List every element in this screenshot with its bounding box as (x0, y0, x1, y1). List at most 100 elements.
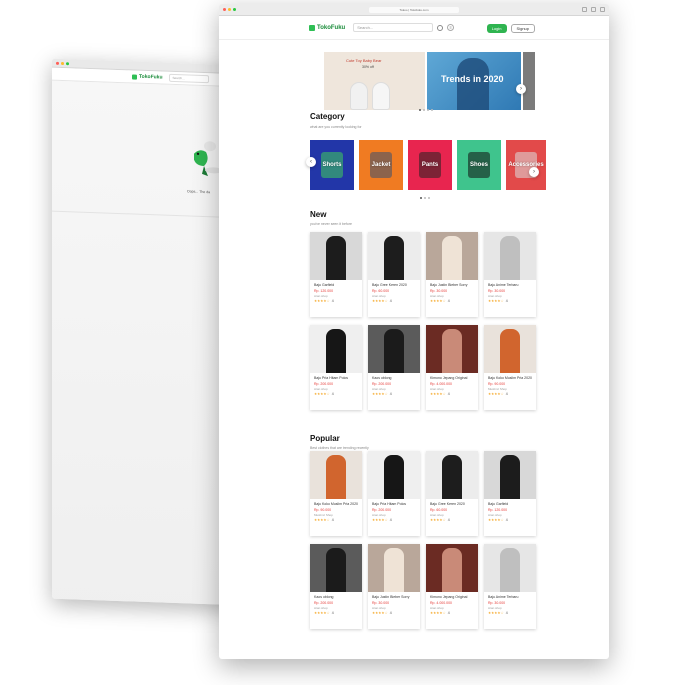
product-card[interactable]: Kaos oblong Rp. 200.000 Aran shop ★★★★☆ 4 (310, 544, 362, 629)
product-card[interactable]: Kaos oblong Rp. 200.000 Aran shop ★★★★☆ 4 (368, 325, 420, 410)
product-name[interactable]: Baju Koko Muslim Pria 2020 (310, 499, 362, 507)
banner-slide-bear[interactable]: Cute Toy Baby Bear 30% off (324, 52, 425, 110)
category-item-shoes[interactable]: Shoes (457, 140, 501, 190)
product-card[interactable]: Baju Gree Keren 2020 Rp. 60.000 Aran shop ★… (368, 232, 420, 317)
new-tab-icon[interactable] (591, 7, 596, 12)
search-input[interactable]: Search... (353, 23, 434, 32)
product-card[interactable]: Baju Pria Hitam Polos Rp. 200.000 Aran sho… (310, 325, 362, 410)
search-icon[interactable] (437, 24, 444, 31)
product-card[interactable]: Baju Pria Hitam Polos Rp. 200.000 Aran sho… (368, 451, 420, 536)
product-image[interactable] (484, 544, 536, 592)
product-rating: ★★★★☆ 4 (310, 298, 362, 303)
product-image[interactable] (310, 544, 362, 592)
category-item-jacket[interactable]: Jacket (359, 140, 403, 190)
category-item-pants[interactable]: Pants (408, 140, 452, 190)
pagination-dot[interactable] (424, 197, 426, 199)
product-image[interactable] (368, 232, 420, 280)
product-card[interactable]: Baju Garfield Rp. 120.000 Aran shop ★★★★☆ 4 (484, 451, 536, 536)
product-image[interactable] (426, 325, 478, 373)
new-section-subtitle: you've never seen it before (310, 222, 352, 226)
maximize-dot-icon[interactable] (66, 61, 69, 65)
empty-state-message: Oops... The da (187, 189, 211, 195)
category-next-arrow-icon[interactable]: › (529, 167, 539, 177)
product-card[interactable]: Kimono Jepang Original Rp. 4.000.000 Aran … (426, 325, 478, 410)
rating-value: 4 (447, 517, 450, 522)
product-name[interactable]: Kaos oblong (368, 373, 420, 381)
rating-value: 4 (505, 610, 508, 615)
product-image[interactable] (368, 325, 420, 373)
product-image[interactable] (426, 232, 478, 280)
product-card[interactable]: Baju Koko Muslim Pria 2020 Rp. 90.000 Musl… (484, 325, 536, 410)
product-card[interactable]: Baju Gree Keren 2020 Rp. 60.000 Aran shop ★… (426, 451, 478, 536)
product-name[interactable]: Baju Garfield (310, 280, 362, 288)
rating-stars-icon: ★★★★☆ (314, 298, 330, 303)
product-name[interactable]: Baju Gree Keren 2020 (426, 499, 478, 507)
address-bar[interactable]: Tokoo | Tokofuku.com (369, 7, 459, 13)
category-item-accessories[interactable]: Accessories (506, 140, 546, 190)
product-name[interactable]: Baju Justin Bieber Sorry (368, 592, 420, 600)
filter-icon[interactable]: ≡ (447, 24, 455, 31)
maximize-dot-icon[interactable] (233, 8, 236, 11)
clothing-model-icon (500, 236, 520, 280)
product-card[interactable]: Baju Koko Muslim Pria 2020 Rp. 90.000 Musl… (310, 451, 362, 536)
category-label: Shorts (322, 162, 342, 168)
signup-button[interactable]: Signup (510, 24, 535, 33)
product-image[interactable] (426, 451, 478, 499)
product-image[interactable] (310, 232, 362, 280)
category-prev-arrow-icon[interactable]: ‹ (306, 157, 316, 167)
product-name[interactable]: Baju Pria Hitam Polos (310, 373, 362, 381)
bear-toy-illustration-icon (350, 82, 368, 110)
product-image[interactable] (310, 325, 362, 373)
product-rating: ★★★★☆ 4 (310, 610, 362, 615)
product-name[interactable]: Baju Anime Terbaru (484, 592, 536, 600)
product-card[interactable]: Baju Anime Terbaru Rp. 30.000 Aran shop ★★★… (484, 544, 536, 629)
product-image[interactable] (426, 544, 478, 592)
background-logo[interactable]: TokoFuku (132, 73, 163, 81)
product-image[interactable] (368, 451, 420, 499)
product-name[interactable]: Baju Koko Muslim Pria 2020 (484, 373, 536, 381)
product-name[interactable]: Baju Justin Bieber Sorry (426, 280, 478, 288)
product-name[interactable]: Baju Gree Keren 2020 (368, 280, 420, 288)
product-name[interactable]: Baju Pria Hitam Polos (368, 499, 420, 507)
tabs-overview-icon[interactable] (600, 7, 605, 12)
product-card[interactable]: Baju Garfield Rp. 120.000 Aran shop ★★★★☆ 4 (310, 232, 362, 317)
product-name[interactable]: Kimono Jepang Original (426, 373, 478, 381)
product-card[interactable]: Kimono Jepang Original Rp. 4.000.000 Aran … (426, 544, 478, 629)
rating-value: 4 (331, 391, 334, 396)
pagination-dot[interactable] (419, 109, 421, 111)
pagination-dot[interactable] (423, 109, 425, 111)
product-image[interactable] (310, 451, 362, 499)
background-search-input[interactable]: Search... (168, 73, 209, 84)
minimize-dot-icon[interactable] (228, 8, 231, 11)
minimize-dot-icon[interactable] (61, 61, 64, 65)
banner-next-arrow-icon[interactable]: › (516, 84, 526, 94)
banner-slide-trends[interactable]: Trends in 2020 (427, 52, 521, 110)
product-image[interactable] (368, 544, 420, 592)
pagination-dot[interactable] (420, 197, 422, 199)
pagination-dot[interactable] (431, 109, 433, 111)
product-name[interactable]: Kimono Jepang Original (426, 592, 478, 600)
rating-stars-icon: ★★★★☆ (372, 610, 388, 615)
site-logo[interactable]: TokoFuku (309, 24, 346, 31)
product-card[interactable]: Baju Justin Bieber Sorry Rp. 30.000 Aran s… (368, 544, 420, 629)
product-card[interactable]: Baju Justin Bieber Sorry Rp. 30.000 Aran s… (426, 232, 478, 317)
banner-slide-peek[interactable] (523, 52, 535, 110)
close-dot-icon[interactable] (223, 8, 226, 11)
clothing-model-icon (500, 329, 520, 373)
login-button[interactable]: Login (486, 24, 507, 33)
site-logo-text: TokoFuku (317, 24, 346, 31)
pagination-dot[interactable] (428, 197, 430, 199)
share-icon[interactable] (582, 7, 587, 12)
product-name[interactable]: Baju Garfield (484, 499, 536, 507)
site-header: TokoFuku Search... ≡ Login Signup (219, 16, 609, 40)
product-name[interactable]: Baju Anime Terbaru (484, 280, 536, 288)
product-image[interactable] (484, 325, 536, 373)
product-image[interactable] (484, 451, 536, 499)
product-image[interactable] (484, 232, 536, 280)
banner-slide-title: Cute Toy Baby Bear (346, 58, 382, 63)
product-name[interactable]: Kaos oblong (310, 592, 362, 600)
close-dot-icon[interactable] (56, 61, 59, 65)
pagination-dot[interactable] (427, 109, 429, 111)
category-item-shorts[interactable]: Shorts (310, 140, 354, 190)
product-card[interactable]: Baju Anime Terbaru Rp. 30.000 Aran shop ★★★… (484, 232, 536, 317)
